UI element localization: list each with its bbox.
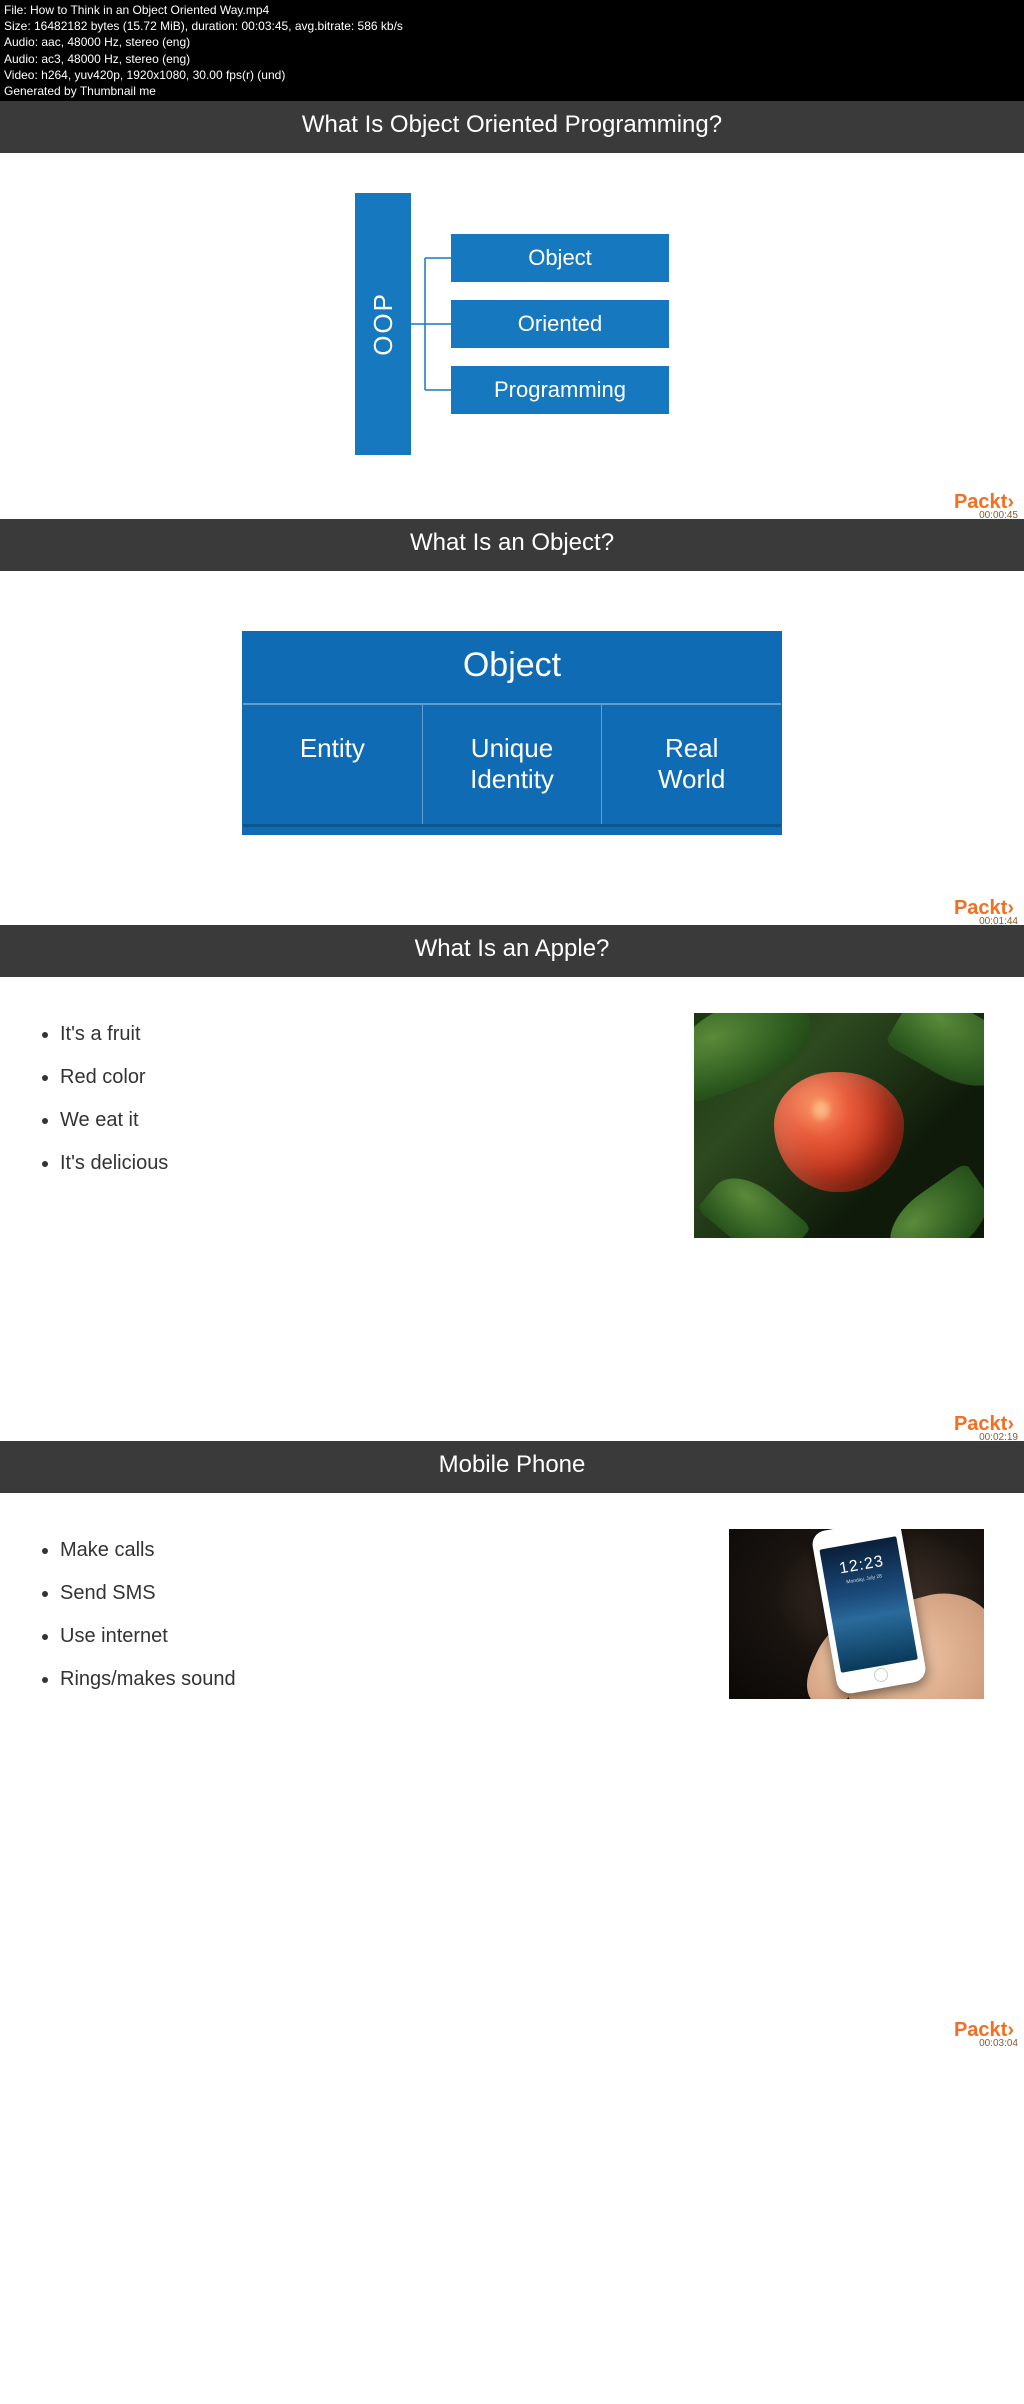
slide4-timestamp: 00:03:04 [979,2038,1018,2049]
connector-lines-icon [411,234,451,414]
meta-size: Size: 16482182 bytes (15.72 MiB), durati… [4,18,1020,34]
meta-generator: Generated by Thumbnail me [4,83,1020,99]
slide2-footer: Packt› 00:01:44 [0,901,1024,925]
list-item: Use internet [60,1625,689,1648]
object-cell-entity: Entity [243,705,423,823]
meta-file: File: How to Think in an Object Oriented… [4,2,1020,18]
slide4-body: Make calls Send SMS Use internet Rings/m… [0,1493,1024,1823]
meta-audio1: Audio: aac, 48000 Hz, stereo (eng) [4,34,1020,50]
apple-bullet-list: It's a fruit Red color We eat it It's de… [40,1013,654,1238]
slide2-timestamp: 00:01:44 [979,916,1018,927]
object-diagram: Object Entity Unique Identity Real World [242,631,782,834]
slide2-title: What Is an Object? [0,519,1024,571]
object-diagram-base [243,824,781,834]
slide1-timestamp: 00:00:45 [979,510,1018,521]
oop-vertical-text: OOP [368,292,399,356]
slide1-body: OOP Object Oriented Programming [0,153,1024,495]
slide1-footer: Packt› 00:00:45 [0,495,1024,519]
slide3-body: It's a fruit Red color We eat it It's de… [0,977,1024,1307]
meta-audio2: Audio: ac3, 48000 Hz, stereo (eng) [4,51,1020,67]
list-item: It's a fruit [60,1023,654,1046]
list-item: Rings/makes sound [60,1668,689,1691]
file-metadata-header: File: How to Think in an Object Oriented… [0,0,1024,101]
phone-bullet-list: Make calls Send SMS Use internet Rings/m… [40,1529,689,1711]
meta-video: Video: h264, yuv420p, 1920x1080, 30.00 f… [4,67,1020,83]
phone-home-button-icon [873,1667,889,1683]
oop-box-programming: Programming [451,366,669,414]
slide4-footer: Packt› 00:03:04 [0,2023,1024,2047]
slide4-title: Mobile Phone [0,1441,1024,1493]
object-cell-realworld: Real World [602,705,781,823]
slide3-timestamp: 00:02:19 [979,1432,1018,1443]
oop-vertical-bar: OOP [355,193,411,455]
slide3-title: What Is an Apple? [0,925,1024,977]
list-item: It's delicious [60,1152,654,1175]
oop-box-object: Object [451,234,669,282]
slide1-title: What Is Object Oriented Programming? [0,101,1024,153]
list-item: Send SMS [60,1582,689,1605]
phone-image: 12:23 Monday, July 28 [729,1529,984,1699]
list-item: We eat it [60,1109,654,1132]
slide3-footer: Packt› 00:02:19 [0,1417,1024,1441]
list-item: Red color [60,1066,654,1089]
apple-image [694,1013,984,1238]
slide2-body: Object Entity Unique Identity Real World [0,571,1024,901]
list-item: Make calls [60,1539,689,1562]
object-diagram-header: Object [243,632,781,705]
object-cell-identity: Unique Identity [423,705,603,823]
oop-box-oriented: Oriented [451,300,669,348]
